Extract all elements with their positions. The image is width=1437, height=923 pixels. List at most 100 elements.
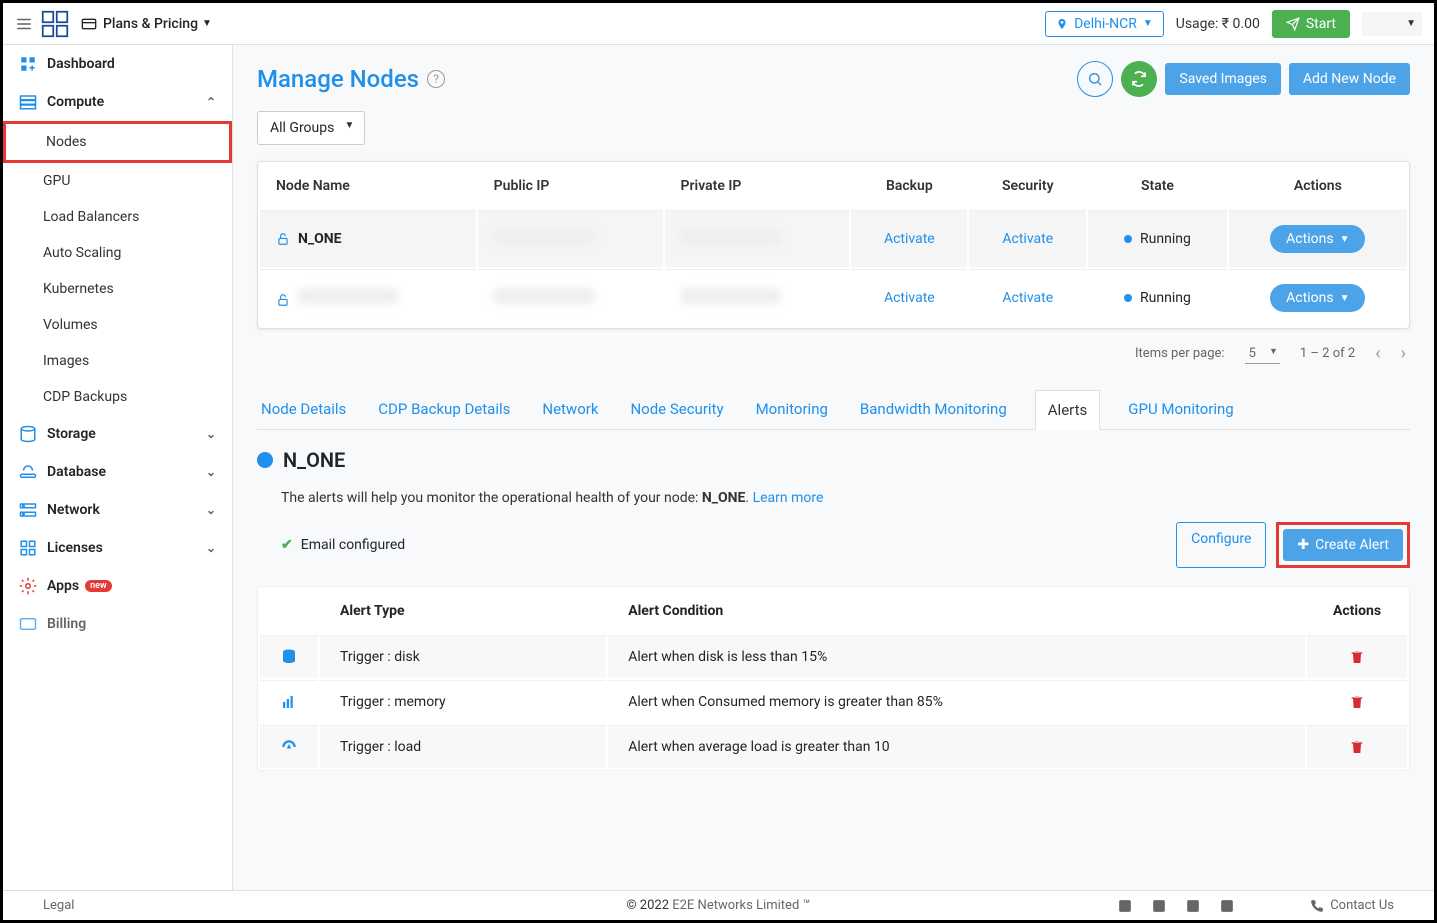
check-icon: ✔ xyxy=(281,537,293,553)
legal-link[interactable]: Legal xyxy=(43,898,74,913)
create-alert-button[interactable]: ✚ Create Alert xyxy=(1283,529,1403,561)
sidebar-item-nodes[interactable]: Nodes xyxy=(3,121,232,163)
node-name-redacted xyxy=(298,288,398,304)
tab-node-details[interactable]: Node Details xyxy=(257,390,350,429)
storage-icon xyxy=(19,425,39,443)
private-ip-redacted xyxy=(681,229,781,245)
row-actions-button[interactable]: Actions▼ xyxy=(1270,284,1365,312)
sidebar-item-apps[interactable]: Apps new xyxy=(3,567,232,605)
table-row[interactable]: N_ONE Activate Activate Running Actions▼ xyxy=(260,210,1407,267)
region-selector[interactable]: Delhi-NCR ▼ xyxy=(1045,11,1164,37)
sidebar-item-dashboard[interactable]: Dashboard xyxy=(3,45,232,83)
caret-down-icon: ▼ xyxy=(1406,18,1416,29)
lock-icon xyxy=(276,231,290,247)
tab-node-security[interactable]: Node Security xyxy=(626,390,727,429)
contact-us-link[interactable]: Contact Us xyxy=(1310,898,1394,913)
new-badge: new xyxy=(85,580,112,592)
sidebar-item-label: Apps xyxy=(47,578,79,594)
tab-gpu-monitoring[interactable]: GPU Monitoring xyxy=(1124,390,1237,429)
sidebar-item-gpu[interactable]: GPU xyxy=(3,163,232,199)
row-actions-button[interactable]: Actions▼ xyxy=(1270,225,1365,253)
prev-page-button[interactable]: ‹ xyxy=(1375,343,1380,364)
sidebar-item-label: Billing xyxy=(47,616,86,632)
security-activate-link[interactable]: Activate xyxy=(1002,290,1053,306)
alert-type: Trigger : load xyxy=(320,725,606,768)
hamburger-icon[interactable] xyxy=(15,15,33,33)
sidebar-item-kubernetes[interactable]: Kubernetes xyxy=(3,271,232,307)
twitter-icon[interactable] xyxy=(1186,898,1200,913)
user-menu[interactable]: ▼ xyxy=(1362,12,1422,36)
alerts-table: Alert Type Alert Condition Actions Trigg… xyxy=(257,586,1410,771)
caret-down-icon: ▼ xyxy=(1340,293,1350,304)
sidebar-item-database[interactable]: Database ⌄ xyxy=(3,453,232,491)
nodes-table: Node Name Public IP Private IP Backup Se… xyxy=(257,161,1410,329)
configure-button[interactable]: Configure xyxy=(1176,522,1266,568)
sidebar-item-auto-scaling[interactable]: Auto Scaling xyxy=(3,235,232,271)
caret-down-icon: ▼ xyxy=(1340,234,1350,245)
tab-cdp-backup-details[interactable]: CDP Backup Details xyxy=(374,390,514,429)
sidebar-item-licenses[interactable]: Licenses ⌄ xyxy=(3,529,232,567)
delete-alert-button[interactable] xyxy=(1349,739,1365,755)
sidebar-item-network[interactable]: Network ⌄ xyxy=(3,491,232,529)
sidebar-item-cdp-backups[interactable]: CDP Backups xyxy=(3,379,232,415)
network-icon xyxy=(19,501,39,519)
col-alert-condition: Alert Condition xyxy=(608,589,1305,633)
sidebar-item-billing[interactable]: Billing xyxy=(3,605,232,643)
plans-pricing-dropdown[interactable]: Plans & Pricing ▼ xyxy=(81,16,212,32)
saved-images-button[interactable]: Saved Images xyxy=(1165,63,1281,95)
tab-alerts[interactable]: Alerts xyxy=(1035,390,1101,430)
items-per-page-select[interactable]: 5▼ xyxy=(1245,344,1280,364)
tab-network[interactable]: Network xyxy=(538,390,602,429)
public-ip-redacted xyxy=(494,288,594,304)
start-button[interactable]: Start xyxy=(1272,10,1350,38)
delete-alert-button[interactable] xyxy=(1349,694,1365,710)
backup-activate-link[interactable]: Activate xyxy=(884,290,935,306)
security-activate-link[interactable]: Activate xyxy=(1002,231,1053,247)
alert-row: Trigger : disk Alert when disk is less t… xyxy=(260,635,1407,678)
next-page-button[interactable]: › xyxy=(1401,343,1406,364)
backup-activate-link[interactable]: Activate xyxy=(884,231,935,247)
col-state: State xyxy=(1088,164,1226,208)
add-new-node-button[interactable]: Add New Node xyxy=(1289,63,1410,95)
group-filter-select[interactable]: All Groups xyxy=(257,111,365,145)
chevron-down-icon: ⌄ xyxy=(206,427,216,441)
sidebar: Dashboard Compute ⌃ Nodes GPU Load Balan… xyxy=(3,45,233,890)
sidebar-item-volumes[interactable]: Volumes xyxy=(3,307,232,343)
billing-icon xyxy=(19,615,39,633)
usage-display: Usage: ₹ 0.00 xyxy=(1176,16,1260,32)
selected-node-name: N_ONE xyxy=(283,448,345,472)
rss-icon[interactable] xyxy=(1220,898,1234,913)
search-button[interactable] xyxy=(1077,61,1113,97)
node-status-dot xyxy=(257,452,273,468)
email-configured-label: Email configured xyxy=(301,537,405,553)
sidebar-item-label: Licenses xyxy=(47,540,103,556)
alert-type: Trigger : disk xyxy=(320,635,606,678)
state-dot xyxy=(1124,235,1132,243)
sidebar-item-images[interactable]: Images xyxy=(3,343,232,379)
tab-monitoring[interactable]: Monitoring xyxy=(752,390,832,429)
delete-alert-button[interactable] xyxy=(1349,649,1365,665)
caret-down-icon: ▼ xyxy=(1143,18,1153,29)
sidebar-item-storage[interactable]: Storage ⌄ xyxy=(3,415,232,453)
chevron-down-icon: ⌄ xyxy=(206,503,216,517)
sidebar-item-load-balancers[interactable]: Load Balancers xyxy=(3,199,232,235)
table-row[interactable]: Activate Activate Running Actions▼ xyxy=(260,269,1407,326)
sidebar-item-label: Database xyxy=(47,464,106,480)
col-alert-actions: Actions xyxy=(1307,589,1407,633)
logo xyxy=(41,10,69,38)
sidebar-item-label: Dashboard xyxy=(47,56,115,72)
tab-bandwidth-monitoring[interactable]: Bandwidth Monitoring xyxy=(856,390,1011,429)
col-public-ip: Public IP xyxy=(478,164,663,208)
refresh-button[interactable] xyxy=(1121,61,1157,97)
learn-more-link[interactable]: Learn more xyxy=(753,490,824,506)
sidebar-item-compute[interactable]: Compute ⌃ xyxy=(3,83,232,121)
private-ip-redacted xyxy=(681,288,781,304)
public-ip-redacted xyxy=(494,229,594,245)
facebook-icon[interactable] xyxy=(1152,898,1166,913)
col-alert-type: Alert Type xyxy=(320,589,606,633)
apps-icon xyxy=(19,577,39,595)
licenses-icon xyxy=(19,539,39,557)
help-icon[interactable]: ? xyxy=(427,70,445,88)
linkedin-icon[interactable] xyxy=(1118,898,1132,913)
page-title: Manage Nodes xyxy=(257,65,419,93)
